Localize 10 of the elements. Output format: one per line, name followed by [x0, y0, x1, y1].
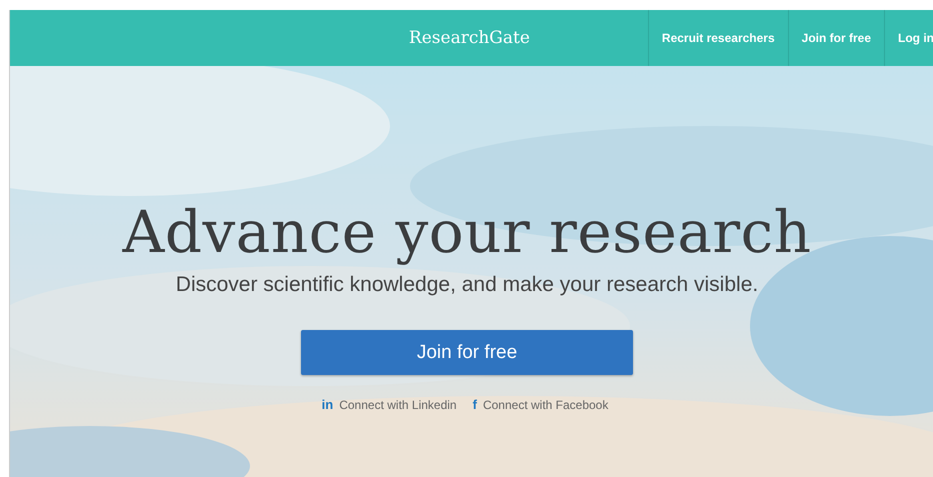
headline: Advance your research: [122, 197, 812, 268]
social-icon: f: [472, 397, 477, 412]
connect-link[interactable]: in Connect with Linkedin: [322, 397, 457, 412]
connect-label[interactable]: Connect with Facebook: [482, 398, 608, 412]
tagline: Discover scientific knowledge, and make your research visible.: [176, 272, 758, 298]
social-icon: in: [322, 397, 334, 412]
connect-label[interactable]: Connect with Linkedin: [339, 398, 457, 412]
site-logo[interactable]: ResearchGate: [408, 28, 530, 48]
connect-link[interactable]: f Connect with Facebook: [472, 397, 608, 412]
join-button[interactable]: Join for free: [301, 330, 633, 375]
